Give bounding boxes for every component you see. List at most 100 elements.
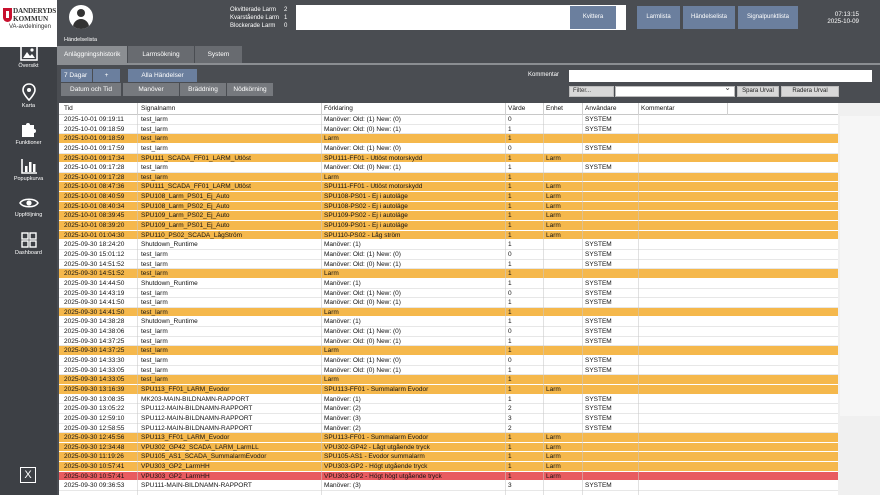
filter-select[interactable] [615,83,735,97]
handelselista-button[interactable]: Händelselista [683,6,735,29]
count-label: Okvitterade Larm [230,7,277,13]
scrollbar-thumb[interactable] [840,116,880,416]
cell-tid: 2025-10-01 09:17:34 [64,154,125,162]
cell-var: 2 [508,424,512,432]
cell-sig: SPU108_Larm_PS01_Ej_Auto [141,193,230,201]
table-row[interactable]: 2025-09-30 14:33:05 test_larm Manöver: Old… [59,365,838,376]
cell-var: 1 [508,202,512,210]
column-header-signalnamn[interactable]: Signalnamn [141,105,175,112]
table-row[interactable]: 2025-10-01 09:17:28 test_larm Manöver: Old… [59,163,838,173]
table-row[interactable]: 2025-10-01 09:17:34 SPU111_SCADA_FF01_LAR… [59,153,838,164]
table-row[interactable]: 2025-09-30 18:24:20 Shutdown_Runtime Manöv… [59,240,838,250]
plus-button[interactable]: + [93,69,120,82]
tab-system[interactable]: System [194,46,243,63]
cell-enh: Larm [546,193,561,201]
spara-urval-button[interactable]: Spara Urval [737,86,779,97]
table-row[interactable]: 2025-09-30 12:34:48 VPU302_GP42_SCADA_LAR… [59,442,838,453]
table-row[interactable]: 2025-10-01 08:40:34 SPU108_Larm_PS02_Ej_A… [59,201,838,212]
table-row[interactable]: 2025-09-30 13:16:39 SPU113_FF01_LARM_Evod… [59,384,838,395]
table-row[interactable]: 2025-09-30 10:57:41 VPU303_GP2_LarmHH VPU3… [59,471,838,482]
alla-handelser-button[interactable]: Alla Händelser [128,69,197,82]
table-row[interactable]: 2025-10-01 09:17:28 test_larm Larm 1 [59,172,838,183]
sidebar-item-karta[interactable]: Karta [0,83,57,109]
cell-sig: test_larm [141,135,168,143]
sidebar-item-dashboard[interactable]: Dashboard [0,232,57,256]
table-row[interactable]: 2025-09-30 14:38:06 test_larm Manöver: Old… [59,327,838,337]
event-table: Tid Signalnamn Förklaring Värde Enhet An… [59,103,838,495]
table-row[interactable]: 2025-09-30 14:51:52 test_larm Larm 1 [59,269,838,279]
table-row[interactable]: 2025-10-01 09:18:59 test_larm Manöver: Old… [59,124,838,135]
table-row[interactable]: 2025-09-30 14:44:50 Shutdown_Runtime Manöv… [59,278,838,289]
column-header-kommentar[interactable]: Kommentar [641,105,675,112]
column-header-forklaring[interactable]: Förklaring [324,105,353,112]
cell-sig: test_larm [141,270,168,278]
sidebar-item-oversikt[interactable]: Översikt [0,45,57,69]
table-row[interactable]: 2025-09-30 15:01:12 test_larm Manöver: Old… [59,249,838,260]
cell-sig: test_larm [141,144,168,152]
table-row[interactable]: 2025-09-30 14:37:25 test_larm Larm 1 [59,346,838,357]
table-row[interactable]: 2025-09-30 14:33:30 test_larm Manöver: Old… [59,356,838,366]
table-row[interactable]: 2025-09-30 12:45:56 SPU113_FF01_LARM_Evod… [59,433,838,443]
table-row[interactable]: 2025-09-30 14:51:52 test_larm Manöver: Old… [59,259,838,270]
table-row[interactable]: 2025-09-30 10:57:41 VPU303_GP2_LarmHH VPU3… [59,462,838,472]
cell-tid: 2025-09-30 14:38:28 [64,318,125,326]
cell-for: Manöver: Old: (1) New: (0) [324,328,401,336]
days-selector[interactable]: 7 Dagar [61,69,92,82]
close-button[interactable]: X [20,467,36,483]
table-row[interactable]: 2025-09-30 12:59:10 SPU112-MAIN-BILDNAMN-… [59,413,838,424]
table-row[interactable]: 2025-09-30 14:43:19 test_larm Manöver: Old… [59,288,838,299]
column-header-enhet[interactable]: Enhet [546,105,563,112]
radera-urval-button[interactable]: Radera Urval [781,86,839,97]
table-row[interactable]: 2025-09-30 14:37:25 test_larm Manöver: Old… [59,336,838,347]
cell-sig: VPU302_GP42_SCADA_LARM_LarmLL [141,443,259,451]
table-row[interactable]: 2025-09-30 12:58:55 SPU112-MAIN-BILDNAMN-… [59,423,838,434]
cell-sig: SPU113_FF01_LARM_Evodor [141,434,230,442]
sidebar-item-label: Uppföljning [14,212,43,218]
sidebar-item-uppfoljning[interactable]: Uppföljning [0,196,57,218]
cell-sig: SPU108_Larm_PS02_Ej_Auto [141,202,230,210]
cell-for: Manöver: (1) [324,279,361,287]
braddning-button[interactable]: Bräddning [180,83,226,96]
cell-var: 0 [508,289,512,297]
datum-och-tid-button[interactable]: Datum och Tid [61,83,121,96]
table-row[interactable]: 2025-10-01 01:04:30 SPU110_PS02_SCADA_Låg… [59,230,838,241]
table-row[interactable]: 2025-10-01 08:39:20 SPU109_Larm_PS01_Ej_A… [59,221,838,231]
table-row[interactable]: 2025-09-30 14:38:28 Shutdown_Runtime Manöv… [59,317,838,328]
nodkorning-button[interactable]: Nödkörning [227,83,273,96]
table-row[interactable]: 2025-09-30 13:05:22 SPU112-MAIN-BILDNAMN-… [59,404,838,414]
table-row[interactable]: 2025-09-30 14:41:50 test_larm Larm 1 [59,307,838,318]
tab-anlaggningshistorik[interactable]: Anläggningshistorik [57,46,128,63]
column-header-anvandare[interactable]: Användare [585,105,616,112]
table-row[interactable]: 2025-10-01 09:19:11 test_larm Manöver: Old… [59,115,838,125]
column-header-tid[interactable]: Tid [64,105,73,112]
kommentar-input[interactable] [569,70,872,82]
cell-tid: 2025-09-30 11:19:26 [64,453,124,461]
cell-for: Manöver: (1) [324,395,361,403]
table-row[interactable]: 2025-10-01 09:17:59 test_larm Manöver: Old… [59,143,838,154]
table-row[interactable]: 2025-09-30 11:19:26 SPU105_AS1_SCADA_Summ… [59,452,838,463]
table-row[interactable]: 2025-10-01 08:40:59 SPU108_Larm_PS01_Ej_A… [59,192,838,202]
cell-enh: Larm [546,434,561,442]
larmlista-button[interactable]: Larmlista [637,6,680,29]
column-header-varde[interactable]: Värde [508,105,525,112]
table-row[interactable]: 2025-10-01 08:39:45 SPU109_Larm_PS02_Ej_A… [59,211,838,222]
sidebar-item-funktioner[interactable]: Funktioner [0,120,57,146]
column-divider [137,115,138,495]
tab-larmsokning[interactable]: Larmsökning [128,46,194,63]
user-avatar-icon[interactable] [69,5,93,29]
manover-button[interactable]: Manöver [123,83,179,96]
sidebar-item-popupkurva[interactable]: Popupkurva [0,158,57,182]
filter-button[interactable]: Filter... [569,86,614,97]
kvittera-button[interactable]: Kvittera [570,6,616,29]
cell-tid: 2025-10-01 09:17:28 [64,173,125,181]
table-row[interactable]: 2025-10-01 09:18:59 test_larm Larm 1 [59,134,838,144]
table-row[interactable]: 2025-10-01 08:47:36 SPU111_SCADA_FF01_LAR… [59,182,838,193]
table-row[interactable]: 2025-09-30 13:08:35 MK203-MAIN-BILDNAMN-R… [59,394,838,405]
table-row[interactable]: 2025-09-30 09:36:53 SPU111-MAIN-BILDNAMN-… [59,481,838,491]
table-row[interactable]: 2025-09-30 14:41:50 test_larm Manöver: Old… [59,298,838,308]
signalpunktlista-button[interactable]: Signalpunktlista [738,6,798,29]
cell-tid: 2025-09-30 10:57:41 [64,463,125,471]
table-row[interactable]: 2025-09-30 14:33:05 test_larm Larm 1 [59,375,838,385]
cell-tid: 2025-09-30 10:57:41 [64,472,125,480]
cell-sig: VPU303_GP2_LarmHH [141,472,210,480]
